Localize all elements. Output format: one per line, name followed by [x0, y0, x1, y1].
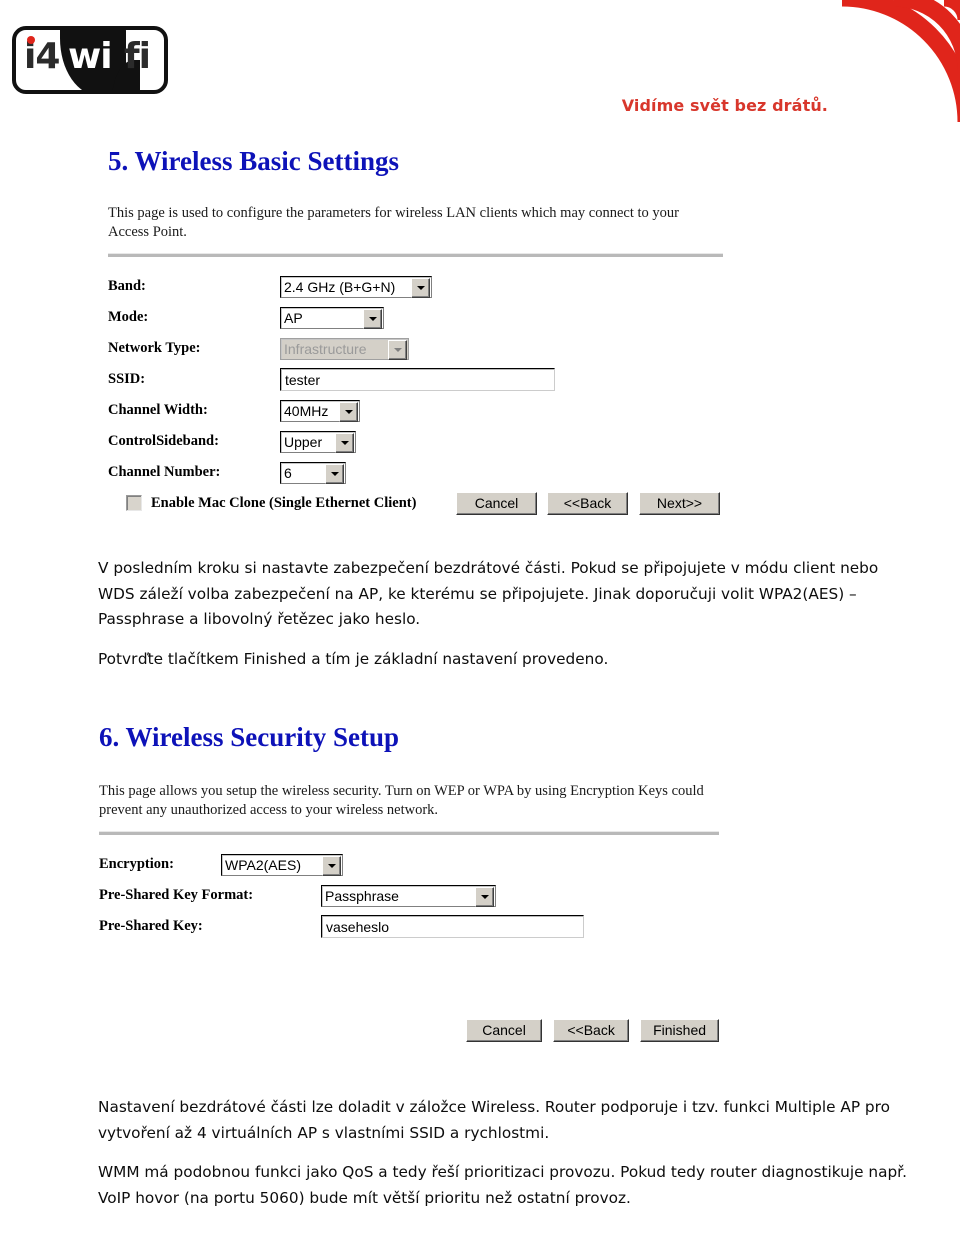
chevron-down-icon[interactable] [411, 277, 430, 298]
logo-text-wi: wi [68, 36, 113, 77]
input-psk[interactable]: vaseheslo [321, 915, 584, 938]
back-button[interactable]: <<Back [553, 1018, 630, 1042]
select-psk-format-value: Passphrase [325, 887, 399, 904]
logo-text-fi: fi [124, 36, 151, 77]
label-network-type: Network Type: [108, 340, 201, 356]
divider-line [108, 253, 723, 257]
chevron-down-icon[interactable] [363, 308, 382, 329]
select-psk-format[interactable]: Passphrase [321, 884, 496, 907]
label-mode: Mode: [108, 309, 149, 325]
checkbox-enable-mac-clone[interactable] [126, 495, 142, 511]
select-channel-number-value: 6 [284, 464, 292, 481]
form-row-mac-clone-and-actions: Enable Mac Clone (Single Ethernet Client… [108, 488, 723, 518]
next-button[interactable]: Next>> [639, 491, 720, 515]
label-control-sideband: ControlSideband: [108, 433, 219, 449]
form-row-channel-width: Channel Width: 40MHz [108, 395, 723, 426]
label-channel-width: Channel Width: [108, 402, 208, 418]
select-network-type: Infrastructure [280, 337, 409, 360]
wireless-security-setup-screen: This page allows you setup the wireless … [99, 782, 719, 1045]
select-band-value: 2.4 GHz (B+G+N) [284, 278, 396, 295]
select-network-type-value: Infrastructure [284, 340, 367, 357]
chevron-down-icon[interactable] [322, 855, 341, 876]
form-row-encryption: Encryption: WPA2(AES) [99, 849, 719, 880]
label-band: Band: [108, 278, 146, 294]
select-channel-width[interactable]: 40MHz [280, 399, 360, 422]
security-actions-row: Cancel <<Back Finished [99, 1015, 719, 1045]
select-mode[interactable]: AP [280, 306, 384, 329]
page-header: i4 wi fi Vidíme svět bez drátů. [0, 0, 960, 130]
label-channel-number: Channel Number: [108, 464, 221, 480]
form-row-ssid: SSID: tester [108, 364, 723, 395]
czech-note-one: V posledním kroku si nastavte zabezpečen… [98, 556, 908, 672]
form-row-band: Band: 2.4 GHz (B+G+N) [108, 271, 723, 302]
czech-note-one-paragraph-1: V posledním kroku si nastavte zabezpečen… [98, 559, 879, 628]
form-row-network-type: Network Type: Infrastructure [108, 333, 723, 364]
label-psk: Pre-Shared Key: [99, 918, 203, 934]
input-psk-value: vaseheslo [326, 918, 390, 935]
select-band[interactable]: 2.4 GHz (B+G+N) [280, 275, 432, 298]
czech-note-two-paragraph-2: WMM má podobnou funkci jako QoS a tedy ř… [98, 1163, 907, 1207]
form-row-channel-number: Channel Number: 6 [108, 457, 723, 488]
chevron-down-icon[interactable] [325, 463, 344, 484]
form-row-mode: Mode: AP [108, 302, 723, 333]
select-mode-value: AP [284, 309, 303, 326]
label-psk-format: Pre-Shared Key Format: [99, 887, 254, 903]
form-row-control-sideband: ControlSideband: Upper [108, 426, 723, 457]
czech-note-two-paragraph-1: Nastavení bezdrátové části lze doladit v… [98, 1098, 890, 1142]
czech-note-one-paragraph-2: Potvrďte tlačítkem Finished a tím je zák… [98, 649, 609, 668]
finished-button[interactable]: Finished [640, 1018, 719, 1042]
czech-note-two: Nastavení bezdrátové části lze doladit v… [98, 1095, 908, 1211]
divider-line [99, 831, 719, 835]
label-encryption: Encryption: [99, 856, 174, 872]
chevron-down-icon[interactable] [339, 401, 358, 422]
wireless-basic-settings-screen: This page is used to configure the param… [108, 204, 723, 518]
chevron-down-icon[interactable] [335, 432, 354, 453]
cancel-button[interactable]: Cancel [456, 491, 537, 515]
cancel-button[interactable]: Cancel [466, 1018, 543, 1042]
section-6-title: 6. Wireless Security Setup [99, 722, 400, 752]
input-ssid[interactable]: tester [280, 368, 555, 391]
chevron-down-icon [388, 339, 407, 360]
wireless-basic-description: This page is used to configure the param… [108, 205, 679, 240]
wireless-security-description: This page allows you setup the wireless … [99, 783, 704, 818]
select-control-sideband[interactable]: Upper [280, 430, 356, 453]
label-ssid: SSID: [108, 371, 146, 387]
form-row-psk-format: Pre-Shared Key Format: Passphrase [99, 880, 719, 911]
form-row-psk: Pre-Shared Key: vaseheslo [99, 911, 719, 942]
label-enable-mac-clone: Enable Mac Clone (Single Ethernet Client… [151, 494, 417, 511]
section-5-title: 5. Wireless Basic Settings [108, 146, 400, 176]
back-button[interactable]: <<Back [547, 491, 628, 515]
select-channel-width-value: 40MHz [284, 402, 329, 419]
select-channel-number[interactable]: 6 [280, 461, 346, 484]
chevron-down-icon[interactable] [475, 886, 494, 907]
select-control-sideband-value: Upper [284, 433, 323, 450]
logo-red-dot-icon [27, 36, 35, 44]
input-ssid-value: tester [285, 371, 321, 388]
select-encryption[interactable]: WPA2(AES) [221, 853, 343, 876]
i4wifi-logo: i4 wi fi [12, 26, 168, 94]
select-encryption-value: WPA2(AES) [225, 856, 301, 873]
brand-tagline: Vidíme svět bez drátů. [621, 96, 828, 115]
